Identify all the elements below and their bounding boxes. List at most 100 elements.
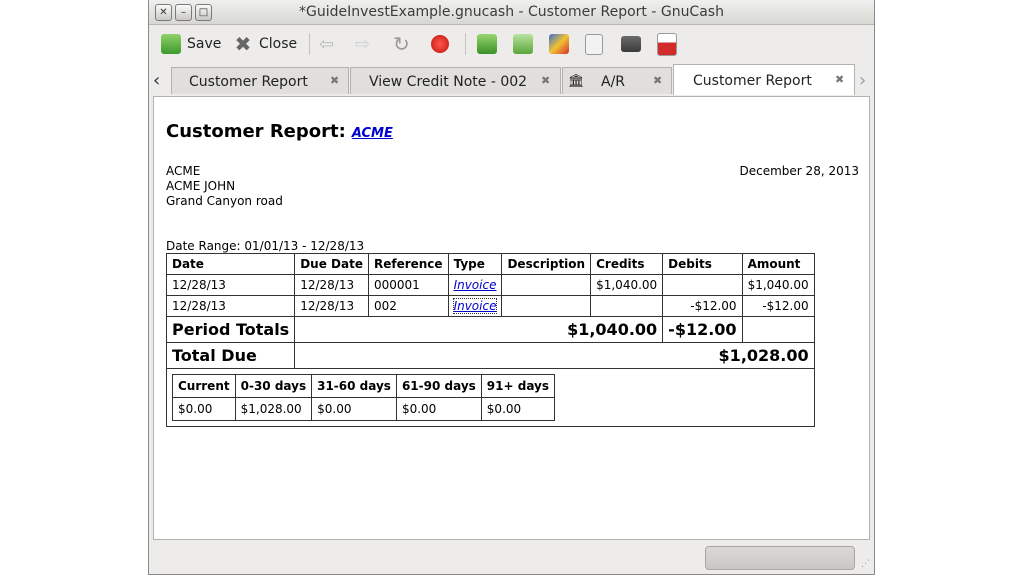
style-sheet-button[interactable] <box>549 31 569 57</box>
tab-close-icon[interactable]: ✖ <box>541 74 550 87</box>
print-button[interactable] <box>621 31 641 57</box>
toolbar-separator <box>309 33 310 55</box>
cell-reference: 000001 <box>367 274 449 296</box>
tab-label: Customer Report <box>189 74 308 90</box>
toolbar: Save ✖ Close ⇦ ⇨ ↻ <box>149 25 874 63</box>
aging-header-row: Current 0-30 days 31-60 days 61-90 days … <box>172 374 556 398</box>
aging-value: $1,028.00 <box>234 397 313 421</box>
toolbar-separator <box>465 33 466 55</box>
aging-value: $0.00 <box>395 397 482 421</box>
close-button[interactable]: ✖ Close <box>233 31 298 57</box>
cell-date: 12/28/13 <box>165 295 296 317</box>
tab-customer-report-2[interactable]: Customer Report ✖ <box>673 64 855 95</box>
report-view: Customer Report: ACME ACME ACME JOHN Gran… <box>153 96 870 540</box>
tab-ar[interactable]: 🏛 A/R ✖ <box>562 67 672 94</box>
cell-credits: $1,040.00 <box>590 274 664 296</box>
save-button[interactable]: Save <box>161 31 221 57</box>
column-header: Due Date <box>294 253 369 275</box>
close-x-icon: ✖ <box>234 32 252 56</box>
column-header: Reference <box>367 253 449 275</box>
status-bar: ⋰ <box>149 543 874 574</box>
stop-icon <box>431 35 449 53</box>
export-icon <box>477 34 497 54</box>
column-header: Type <box>447 253 503 275</box>
tab-scroll-left-icon[interactable]: ‹ <box>153 70 160 91</box>
tab-customer-report-1[interactable]: Customer Report ✖ <box>171 67 349 94</box>
cell-debits <box>662 274 743 296</box>
tab-label: View Credit Note - 002 <box>369 74 528 90</box>
column-header: Amount <box>741 253 815 275</box>
column-header: Credits <box>590 253 664 275</box>
tab-scroll-right-icon[interactable]: › <box>859 70 866 91</box>
period-totals-label: Period Totals <box>165 316 296 343</box>
aging-table: Current 0-30 days 31-60 days 61-90 days … <box>172 374 556 421</box>
aging-cell: Current 0-30 days 31-60 days 61-90 days … <box>166 368 815 427</box>
invoice-link[interactable]: Invoice <box>454 278 497 292</box>
forward-button[interactable]: ⇨ <box>355 31 370 57</box>
forward-arrow-icon: ⇨ <box>355 33 371 55</box>
aging-header: Current <box>172 374 236 398</box>
address-line: ACME JOHN <box>166 179 236 193</box>
aging-value: $0.00 <box>311 397 397 421</box>
column-header: Description <box>501 253 592 275</box>
export-pdf-button[interactable] <box>657 31 677 57</box>
address-line: ACME <box>166 164 201 178</box>
progress-box <box>705 546 855 570</box>
column-header: Date <box>165 253 296 275</box>
print-preview-button[interactable] <box>585 31 603 57</box>
tab-label: A/R <box>601 74 626 90</box>
bank-icon: 🏛 <box>568 74 585 89</box>
title-bar: ✕ – □ *GuideInvestExample.gnucash - Cust… <box>149 0 874 25</box>
cell-description <box>501 295 592 317</box>
cell-description <box>501 274 592 296</box>
reload-button[interactable]: ↻ <box>393 31 410 57</box>
gnucash-window: ✕ – □ *GuideInvestExample.gnucash - Cust… <box>148 0 875 575</box>
tab-view-credit-note[interactable]: View Credit Note - 002 ✖ <box>350 67 561 94</box>
table-row: 12/28/13 12/28/13 002 Invoice -$12.00 -$… <box>165 295 815 317</box>
period-totals-empty <box>741 316 815 343</box>
aging-header: 31-60 days <box>311 374 397 398</box>
period-totals-credits: $1,040.00 <box>294 316 664 343</box>
customer-link[interactable]: ACME <box>352 126 393 141</box>
export-button[interactable] <box>477 31 497 57</box>
cell-due-date: 12/28/13 <box>294 295 369 317</box>
window-title: *GuideInvestExample.gnucash - Customer R… <box>299 4 724 20</box>
back-arrow-icon: ⇦ <box>319 33 335 55</box>
cell-reference: 002 <box>367 295 449 317</box>
aging-header: 0-30 days <box>234 374 313 398</box>
style-sheet-icon <box>549 34 569 54</box>
cell-amount: $1,040.00 <box>741 274 815 296</box>
back-button[interactable]: ⇦ <box>319 31 334 57</box>
aging-value-row: $0.00 $1,028.00 $0.00 $0.00 $0.00 <box>172 397 556 421</box>
invoice-link[interactable]: Invoice <box>452 298 498 314</box>
tab-close-icon[interactable]: ✖ <box>653 74 662 87</box>
tab-bar: ‹ Customer Report ✖ View Credit Note - 0… <box>149 64 874 98</box>
address-line: Grand Canyon road <box>166 194 283 208</box>
close-label: Close <box>259 36 298 52</box>
save-label: Save <box>187 36 222 52</box>
report-title: Customer Report: ACME <box>166 121 393 142</box>
transactions-table: Date Due Date Reference Type Description… <box>165 253 815 427</box>
pdf-icon <box>657 32 677 56</box>
date-range: Date Range: 01/01/13 - 12/28/13 <box>166 239 365 253</box>
period-totals-debits: -$12.00 <box>662 316 743 343</box>
stop-button[interactable] <box>431 31 449 57</box>
tab-close-icon[interactable]: ✖ <box>835 73 844 86</box>
tab-close-icon[interactable]: ✖ <box>330 74 339 87</box>
aging-row: Current 0-30 days 31-60 days 61-90 days … <box>166 368 815 427</box>
report-options-button[interactable] <box>513 31 533 57</box>
aging-header: 61-90 days <box>395 374 482 398</box>
cell-type: Invoice <box>447 274 503 296</box>
resize-grip-icon[interactable]: ⋰ <box>861 559 870 569</box>
table-header-row: Date Due Date Reference Type Description… <box>165 253 815 275</box>
customer-address: ACME ACME JOHN Grand Canyon road <box>166 164 283 209</box>
report-date: December 28, 2013 <box>739 164 859 178</box>
tab-label: Customer Report <box>693 73 812 89</box>
total-due-amount: $1,028.00 <box>294 342 815 369</box>
save-icon <box>161 34 181 54</box>
reload-icon: ↻ <box>393 32 410 56</box>
print-preview-icon <box>585 33 603 55</box>
aging-header: 91+ days <box>480 374 556 398</box>
printer-icon <box>621 36 641 52</box>
report-options-icon <box>513 34 533 54</box>
